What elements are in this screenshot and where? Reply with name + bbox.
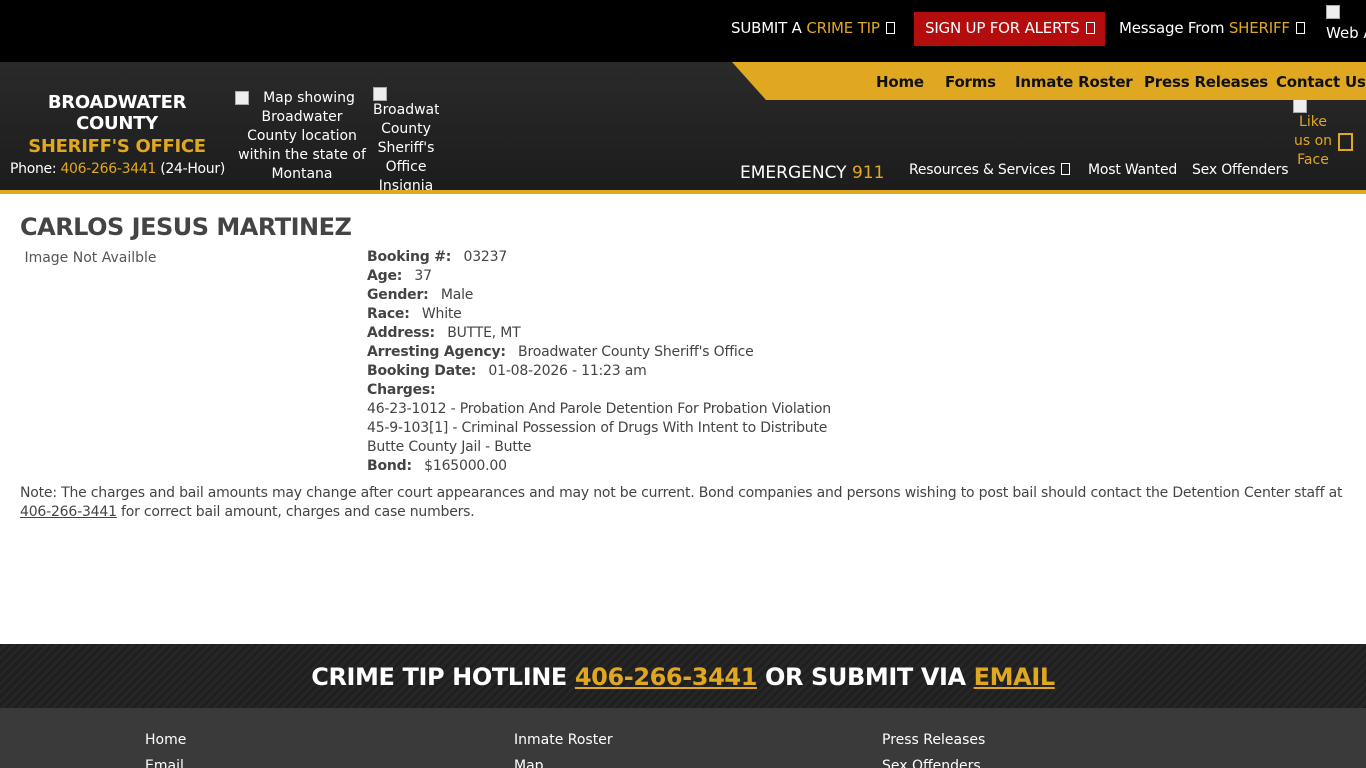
- detail-value: $165000.00: [424, 458, 507, 474]
- footer-link-sex-offenders[interactable]: Sex Offenders: [882, 758, 981, 768]
- bail-note: Note: The charges and bail amounts may c…: [20, 484, 1346, 522]
- detail-label: Bond:: [367, 458, 412, 474]
- broken-image-icon: [235, 91, 249, 105]
- charge-item: 46-23-1012 - Probation And Parole Detent…: [367, 401, 831, 417]
- facebook-icon[interactable]: [1338, 133, 1353, 151]
- hotline-phone-link[interactable]: 406-266-3441: [575, 663, 758, 691]
- inmate-details: Booking #: 03237 Age: 37 Gender: Male Ra…: [367, 248, 831, 476]
- detail-value: Broadwater County Sheriff's Office: [518, 344, 754, 360]
- submit-crime-tip-link[interactable]: SUBMIT A CRIME TIP: [731, 19, 895, 37]
- header-phone: Phone: 406-266-3441 (24-Hour): [10, 161, 225, 177]
- web-accessibility-image[interactable]: Web Acce: [1326, 2, 1366, 44]
- site-brand[interactable]: BROADWATER COUNTY SHERIFF'S OFFICE Phone…: [10, 92, 225, 177]
- detail-value: 01-08-2026 - 11:23 am: [488, 363, 647, 379]
- detail-label: Charges:: [367, 382, 436, 398]
- footer-link-inmate-roster[interactable]: Inmate Roster: [514, 732, 613, 748]
- map-alt-text: Map showing Broadwater County location w…: [238, 90, 366, 182]
- external-link-icon: [1295, 22, 1305, 34]
- chevron-down-icon: [1061, 163, 1071, 175]
- site-title-line1: BROADWATER COUNTY: [47, 92, 187, 134]
- emergency-notice: EMERGENCY 911: [740, 163, 884, 183]
- montana-map-image: Map showing Broadwater County location w…: [235, 89, 369, 184]
- sheriff-accent: SHERIFF: [1228, 19, 1290, 37]
- emergency-number: 911: [851, 163, 885, 183]
- message-from-sheriff-link[interactable]: Message From SHERIFF: [1119, 19, 1305, 37]
- detail-race: Race: White: [367, 305, 831, 324]
- detail-label: Booking #:: [367, 249, 452, 265]
- phone-number-link[interactable]: 406-266-3441: [60, 161, 156, 177]
- external-link-icon: [885, 22, 895, 34]
- detail-booking-date: Booking Date: 01-08-2026 - 11:23 am: [367, 362, 831, 381]
- footer-link-press-releases[interactable]: Press Releases: [882, 732, 985, 748]
- detail-label: Address:: [367, 325, 435, 341]
- crime-tip-prefix: SUBMIT A: [731, 19, 802, 37]
- nav-sex-offenders[interactable]: Sex Offenders: [1192, 162, 1289, 178]
- detail-label: Race:: [367, 306, 410, 322]
- broken-image-icon: [1293, 99, 1307, 113]
- detail-label: Arresting Agency:: [367, 344, 506, 360]
- sheriff-prefix: Message From: [1119, 19, 1225, 37]
- nav-inmate-roster[interactable]: Inmate Roster: [1015, 73, 1133, 91]
- resources-services-label: Resources & Services: [909, 162, 1056, 178]
- inmate-name: CARLOS JESUS MARTINEZ: [20, 213, 352, 241]
- nav-contact-us[interactable]: Contact Us: [1276, 73, 1366, 91]
- detail-arresting-agency: Arresting Agency: Broadwater County Sher…: [367, 343, 831, 362]
- charge-item: 45-9-103[1] - Criminal Possession of Dru…: [367, 420, 828, 436]
- sign-up-alerts-button[interactable]: SIGN UP FOR ALERTS: [914, 12, 1105, 46]
- inmate-photo: Image Not Availble: [20, 250, 157, 266]
- detail-address: Address: BUTTE, MT: [367, 324, 831, 343]
- detail-label: Age:: [367, 268, 403, 284]
- broken-image-icon: [1326, 5, 1340, 19]
- detail-bond: Bond: $165000.00: [367, 457, 831, 476]
- nav-most-wanted[interactable]: Most Wanted: [1088, 162, 1177, 178]
- note-text-before: Note: The charges and bail amounts may c…: [20, 485, 1343, 501]
- nav-press-releases[interactable]: Press Releases: [1144, 73, 1268, 91]
- detail-value: 37: [414, 268, 432, 284]
- site-title-line2: SHERIFF'S OFFICE: [28, 136, 206, 157]
- note-phone-link[interactable]: 406-266-3441: [20, 504, 117, 520]
- phone-suffix: (24-Hour): [160, 161, 225, 177]
- footer-link-email[interactable]: Email: [145, 758, 184, 768]
- emergency-label: EMERGENCY: [740, 163, 847, 183]
- sheriff-insignia-image: Broadwater County Sheriff's Office Insig…: [373, 87, 439, 193]
- detail-label: Booking Date:: [367, 363, 477, 379]
- detail-booking-number: Booking #: 03237: [367, 248, 831, 267]
- crime-tip-accent: CRIME TIP: [806, 19, 880, 37]
- detail-value: Male: [440, 287, 474, 303]
- detail-gender: Gender: Male: [367, 286, 831, 305]
- detail-value: 03237: [463, 249, 508, 265]
- external-link-icon: [1085, 22, 1095, 34]
- insignia-alt-text: Broadwater County Sheriff's Office Insig…: [373, 102, 439, 193]
- footer-link-map[interactable]: Map: [514, 758, 544, 768]
- facebook-alt-text: Like us on Face: [1293, 114, 1333, 168]
- charge-item: Butte County Jail - Butte: [367, 439, 532, 455]
- detail-value: White: [421, 306, 462, 322]
- facebook-like-image[interactable]: Like us on Face: [1293, 99, 1333, 191]
- detail-value: BUTTE, MT: [447, 325, 521, 341]
- broken-image-icon: [373, 87, 387, 101]
- inmate-photo-alt: Image Not Availble: [24, 250, 157, 266]
- alerts-label: SIGN UP FOR ALERTS: [925, 19, 1080, 37]
- nav-resources-services[interactable]: Resources & Services: [909, 162, 1071, 178]
- nav-forms[interactable]: Forms: [945, 73, 996, 91]
- phone-label: Phone:: [10, 161, 57, 177]
- hotline-prefix: CRIME TIP HOTLINE: [311, 663, 567, 691]
- crime-tip-hotline: CRIME TIP HOTLINE 406-266-3441 OR SUBMIT…: [0, 663, 1366, 691]
- detail-label: Gender:: [367, 287, 429, 303]
- hotline-email-link[interactable]: EMAIL: [974, 663, 1055, 691]
- header-divider: [0, 190, 1366, 194]
- top-utility-bar: SUBMIT A CRIME TIP SIGN UP FOR ALERTS Me…: [0, 0, 1366, 62]
- footer-links: Home Inmate Roster Press Releases Email …: [0, 708, 1366, 768]
- detail-charges: Charges:: [367, 381, 831, 400]
- footer-link-home[interactable]: Home: [145, 732, 186, 748]
- hotline-middle: OR SUBMIT VIA: [764, 663, 966, 691]
- nav-home[interactable]: Home: [876, 73, 924, 91]
- detail-age: Age: 37: [367, 267, 831, 286]
- web-accessibility-alt: Web Acce: [1326, 24, 1366, 42]
- note-text-after: for correct bail amount, charges and cas…: [116, 504, 475, 520]
